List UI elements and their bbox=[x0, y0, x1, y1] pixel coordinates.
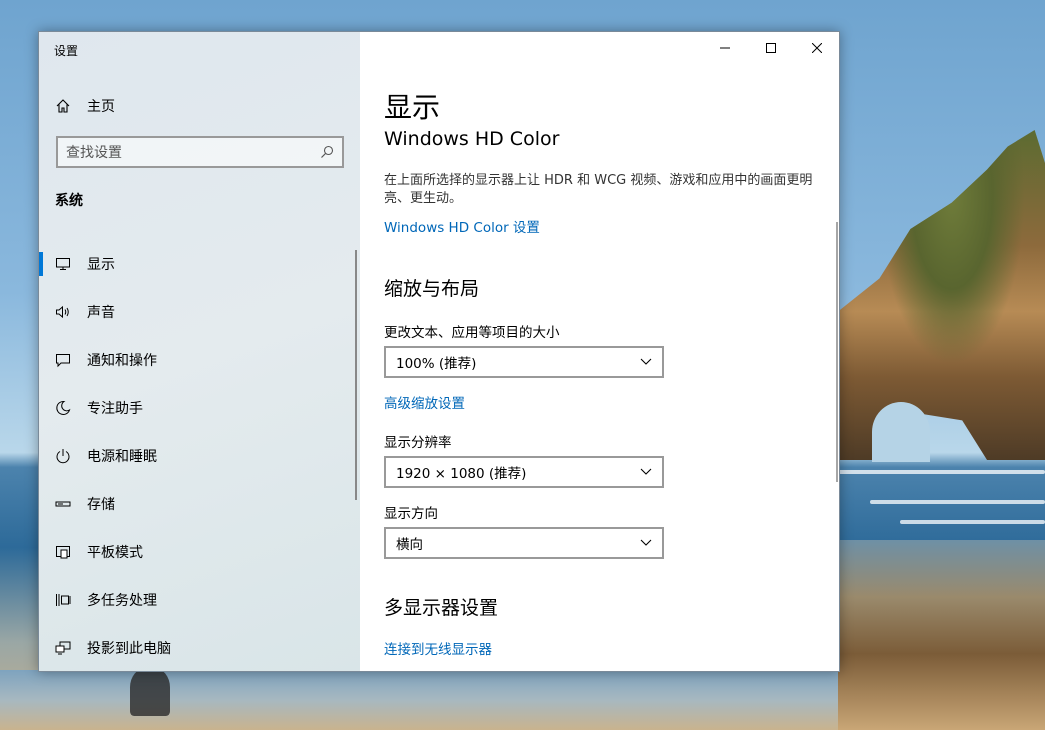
hdr-settings-link[interactable]: Windows HD Color 设置 bbox=[384, 216, 540, 236]
home-label: 主页 bbox=[87, 99, 115, 115]
chevron-down-icon bbox=[640, 468, 652, 476]
moon-icon bbox=[55, 400, 71, 416]
sidebar-item-label: 电源和睡眠 bbox=[87, 449, 157, 465]
sidebar-item-label: 多任务处理 bbox=[87, 593, 157, 609]
sidebar-item-label: 显示 bbox=[87, 257, 115, 273]
wallpaper-beach bbox=[0, 670, 838, 730]
wallpaper-rock-arch bbox=[872, 402, 930, 462]
text-size-label: 更改文本、应用等项目的大小 bbox=[384, 325, 560, 341]
orientation-dropdown[interactable]: 横向 bbox=[384, 527, 664, 559]
sidebar-item-project-to-pc[interactable]: 投影到此电脑 bbox=[39, 624, 360, 672]
wallpaper-rock bbox=[838, 130, 1045, 460]
page-title: 显示 bbox=[384, 91, 441, 124]
wallpaper-wave bbox=[838, 470, 1045, 474]
text-size-dropdown[interactable]: 100% (推荐) bbox=[384, 346, 664, 378]
resolution-label: 显示分辨率 bbox=[384, 435, 452, 451]
sidebar-item-label: 专注助手 bbox=[87, 401, 143, 417]
sidebar-scrollbar[interactable] bbox=[355, 250, 357, 500]
minimize-icon bbox=[720, 47, 730, 49]
storage-icon bbox=[55, 496, 71, 512]
sidebar-item-sound[interactable]: 声音 bbox=[39, 288, 360, 336]
wallpaper-sand bbox=[838, 540, 1045, 730]
resolution-dropdown[interactable]: 1920 × 1080 (推荐) bbox=[384, 456, 664, 488]
advanced-scaling-link[interactable]: 高级缩放设置 bbox=[384, 392, 465, 412]
sidebar-item-label: 通知和操作 bbox=[87, 353, 157, 369]
resolution-value: 1920 × 1080 (推荐) bbox=[396, 466, 527, 482]
close-button[interactable] bbox=[794, 32, 840, 64]
sidebar-nav: 显示 声音 通知和操作 专注助手 电源和睡眠 存储 平板模式 多任务处理 投影到… bbox=[39, 240, 360, 672]
main-content: 显示 Windows HD Color 在上面所选择的显示器上让 HDR 和 W… bbox=[360, 32, 839, 671]
project-icon bbox=[55, 640, 71, 656]
search-icon[interactable] bbox=[320, 145, 334, 159]
settings-window: 设置 主页 查找设置 系统 显示 声音 通知和操作 专注助手 电源和睡眠 存储 … bbox=[38, 31, 840, 672]
sidebar-item-notifications[interactable]: 通知和操作 bbox=[39, 336, 360, 384]
wireless-display-link[interactable]: 连接到无线显示器 bbox=[384, 638, 492, 658]
wallpaper-wave bbox=[900, 520, 1045, 524]
speaker-icon bbox=[55, 304, 71, 320]
hdr-heading: Windows HD Color bbox=[384, 128, 560, 150]
close-icon bbox=[812, 43, 822, 53]
maximize-button[interactable] bbox=[748, 32, 794, 64]
sidebar-item-tablet-mode[interactable]: 平板模式 bbox=[39, 528, 360, 576]
sidebar-item-storage[interactable]: 存储 bbox=[39, 480, 360, 528]
monitor-icon bbox=[55, 256, 71, 272]
main-scrollbar[interactable] bbox=[836, 222, 838, 482]
window-title: 设置 bbox=[54, 44, 79, 58]
chevron-down-icon bbox=[640, 358, 652, 366]
sidebar-item-label: 投影到此电脑 bbox=[87, 641, 171, 657]
sidebar: 设置 主页 查找设置 系统 显示 声音 通知和操作 专注助手 电源和睡眠 存储 … bbox=[39, 32, 360, 671]
section-label: 系统 bbox=[55, 193, 83, 209]
multitasking-icon bbox=[55, 592, 71, 608]
sidebar-item-label: 平板模式 bbox=[87, 545, 143, 561]
scale-heading: 缩放与布局 bbox=[384, 278, 480, 300]
tablet-mode-icon bbox=[55, 544, 71, 560]
home-icon bbox=[55, 98, 71, 114]
sidebar-item-display[interactable]: 显示 bbox=[39, 240, 360, 288]
wallpaper-wave bbox=[870, 500, 1045, 504]
sidebar-item-focus-assist[interactable]: 专注助手 bbox=[39, 384, 360, 432]
power-icon bbox=[55, 448, 71, 464]
orientation-value: 横向 bbox=[396, 537, 423, 553]
hdr-description: 在上面所选择的显示器上让 HDR 和 WCG 视频、游戏和应用中的画面更明亮、更… bbox=[384, 173, 813, 206]
multi-display-heading: 多显示器设置 bbox=[384, 597, 499, 619]
maximize-icon bbox=[766, 43, 776, 53]
chevron-down-icon bbox=[640, 539, 652, 547]
search-input[interactable]: 查找设置 bbox=[56, 136, 344, 168]
sidebar-item-power-sleep[interactable]: 电源和睡眠 bbox=[39, 432, 360, 480]
sidebar-item-label: 存储 bbox=[87, 497, 115, 513]
sidebar-item-home[interactable]: 主页 bbox=[55, 94, 115, 118]
orientation-label: 显示方向 bbox=[384, 506, 438, 522]
search-placeholder: 查找设置 bbox=[66, 145, 122, 161]
text-size-value: 100% (推荐) bbox=[396, 356, 477, 372]
sidebar-item-label: 声音 bbox=[87, 305, 115, 321]
minimize-button[interactable] bbox=[702, 32, 748, 64]
notification-icon bbox=[55, 352, 71, 368]
sidebar-item-multitasking[interactable]: 多任务处理 bbox=[39, 576, 360, 624]
wallpaper-figure bbox=[130, 668, 170, 716]
